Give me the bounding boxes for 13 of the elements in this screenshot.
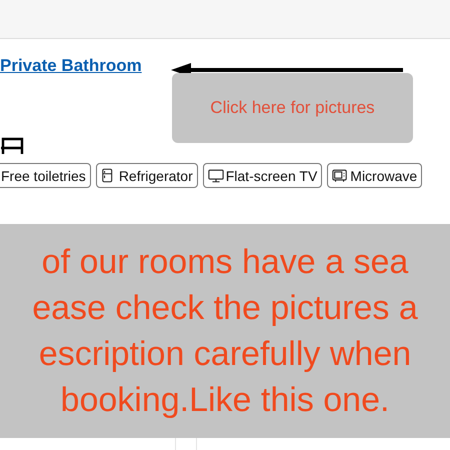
callout-text: Click here for pictures <box>210 98 375 118</box>
monitor-icon <box>208 168 224 183</box>
microwave-icon <box>332 168 348 183</box>
facility-tag: Refrigerator <box>96 163 198 188</box>
notice-text: escription carefully when <box>38 334 412 375</box>
facility-tag: Microwave <box>327 163 422 188</box>
bed-icon <box>0 137 24 154</box>
notice-text: of our rooms have a sea <box>42 242 408 283</box>
notice-text: ease check the pictures a <box>32 288 418 329</box>
room-link[interactable]: Private Bathroom <box>0 56 142 75</box>
facility-tag: Flat-screen TV <box>202 163 322 188</box>
facility-tag: Free toiletries <box>0 163 91 188</box>
notice-text: booking.Like this one. <box>60 380 390 421</box>
